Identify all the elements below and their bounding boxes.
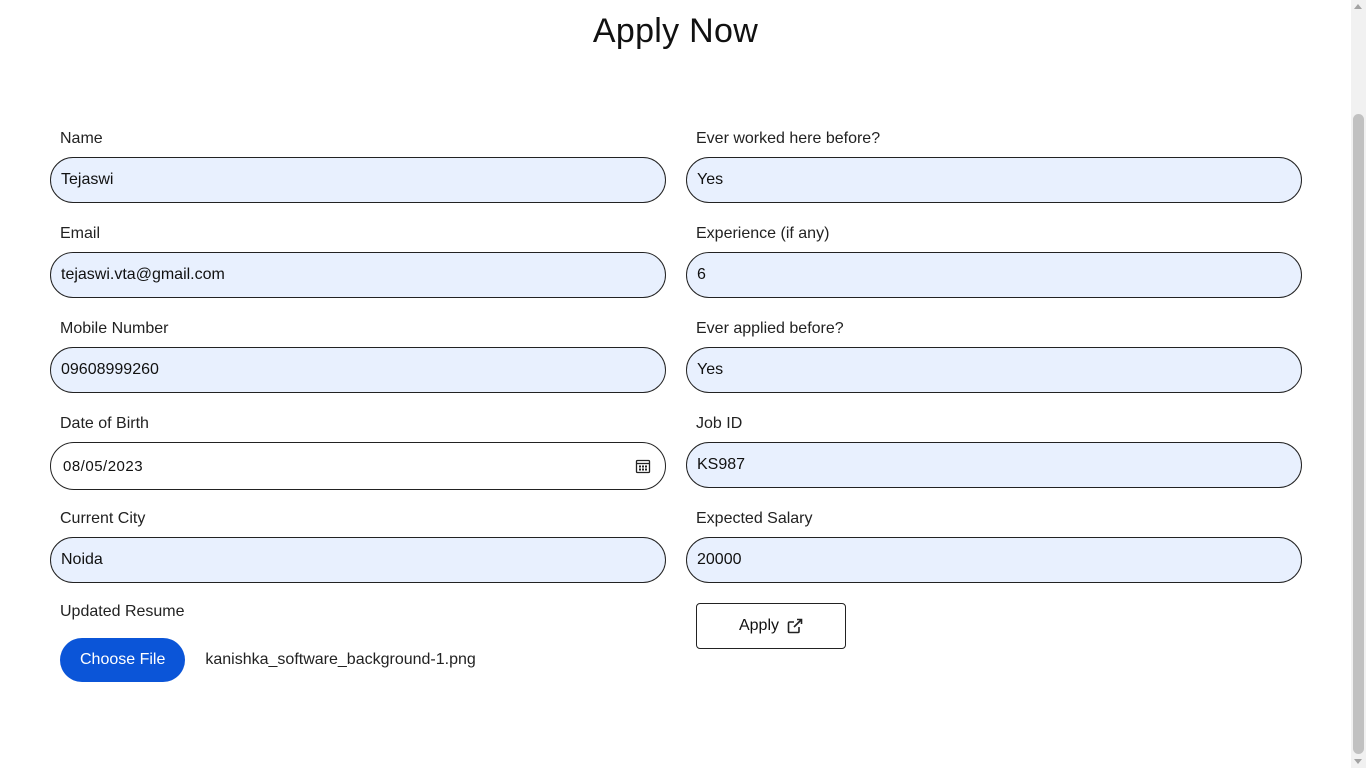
job-id-field-group: Job ID bbox=[686, 413, 1302, 488]
experience-label: Experience (if any) bbox=[696, 225, 830, 242]
name-input[interactable] bbox=[50, 157, 666, 203]
email-input[interactable] bbox=[50, 252, 666, 298]
experience-field-group: Experience (if any) bbox=[686, 223, 1302, 298]
applied-before-field-group: Ever applied before? bbox=[686, 318, 1302, 393]
worked-before-field-group: Ever worked here before? bbox=[686, 128, 1302, 203]
external-link-icon bbox=[787, 618, 803, 634]
scroll-down-arrow-icon[interactable] bbox=[1354, 759, 1362, 764]
salary-label: Expected Salary bbox=[696, 510, 813, 527]
scroll-up-arrow-icon[interactable] bbox=[1354, 4, 1362, 9]
resume-field-group: Updated Resume Choose File kanishka_soft… bbox=[50, 601, 666, 682]
city-input[interactable] bbox=[50, 537, 666, 583]
dob-label: Date of Birth bbox=[60, 415, 149, 432]
resume-label: Updated Resume bbox=[60, 603, 185, 620]
name-field-group: Name bbox=[50, 128, 666, 203]
selected-file-name: kanishka_software_background-1.png bbox=[205, 651, 476, 668]
job-id-label: Job ID bbox=[696, 415, 743, 432]
dob-value: 08/05/2023 bbox=[63, 457, 144, 475]
mobile-field-group: Mobile Number bbox=[50, 318, 666, 393]
mobile-label: Mobile Number bbox=[60, 320, 169, 337]
vertical-scrollbar[interactable] bbox=[1351, 0, 1366, 768]
city-label: Current City bbox=[60, 510, 146, 527]
salary-field-group: Expected Salary bbox=[686, 508, 1302, 583]
apply-button[interactable]: Apply bbox=[696, 603, 846, 649]
scroll-thumb[interactable] bbox=[1353, 114, 1364, 754]
form-right-column: Ever worked here before? Experience (if … bbox=[686, 128, 1302, 583]
applied-before-input[interactable] bbox=[686, 347, 1302, 393]
dob-input[interactable]: 08/05/2023 bbox=[50, 442, 666, 490]
form-left-column: Name Email Mobile Number Date of Birth 0… bbox=[50, 128, 666, 682]
experience-input[interactable] bbox=[686, 252, 1302, 298]
applied-before-label: Ever applied before? bbox=[696, 320, 844, 337]
email-label: Email bbox=[60, 225, 101, 242]
email-field-group: Email bbox=[50, 223, 666, 298]
dob-field-group: Date of Birth 08/05/2023 bbox=[50, 413, 666, 490]
name-label: Name bbox=[60, 130, 103, 147]
page-title: Apply Now bbox=[592, 12, 759, 50]
mobile-input[interactable] bbox=[50, 347, 666, 393]
worked-before-input[interactable] bbox=[686, 157, 1302, 203]
apply-button-label: Apply bbox=[738, 617, 780, 634]
apply-page: Apply Now Name Email Mobile Number Date … bbox=[0, 0, 1351, 768]
choose-file-button[interactable]: Choose File bbox=[60, 638, 186, 682]
resume-upload: Choose File kanishka_software_background… bbox=[50, 638, 666, 682]
calendar-icon[interactable] bbox=[635, 458, 651, 474]
salary-input[interactable] bbox=[686, 537, 1302, 583]
job-id-input[interactable] bbox=[686, 442, 1302, 488]
worked-before-label: Ever worked here before? bbox=[696, 130, 881, 147]
city-field-group: Current City bbox=[50, 508, 666, 583]
